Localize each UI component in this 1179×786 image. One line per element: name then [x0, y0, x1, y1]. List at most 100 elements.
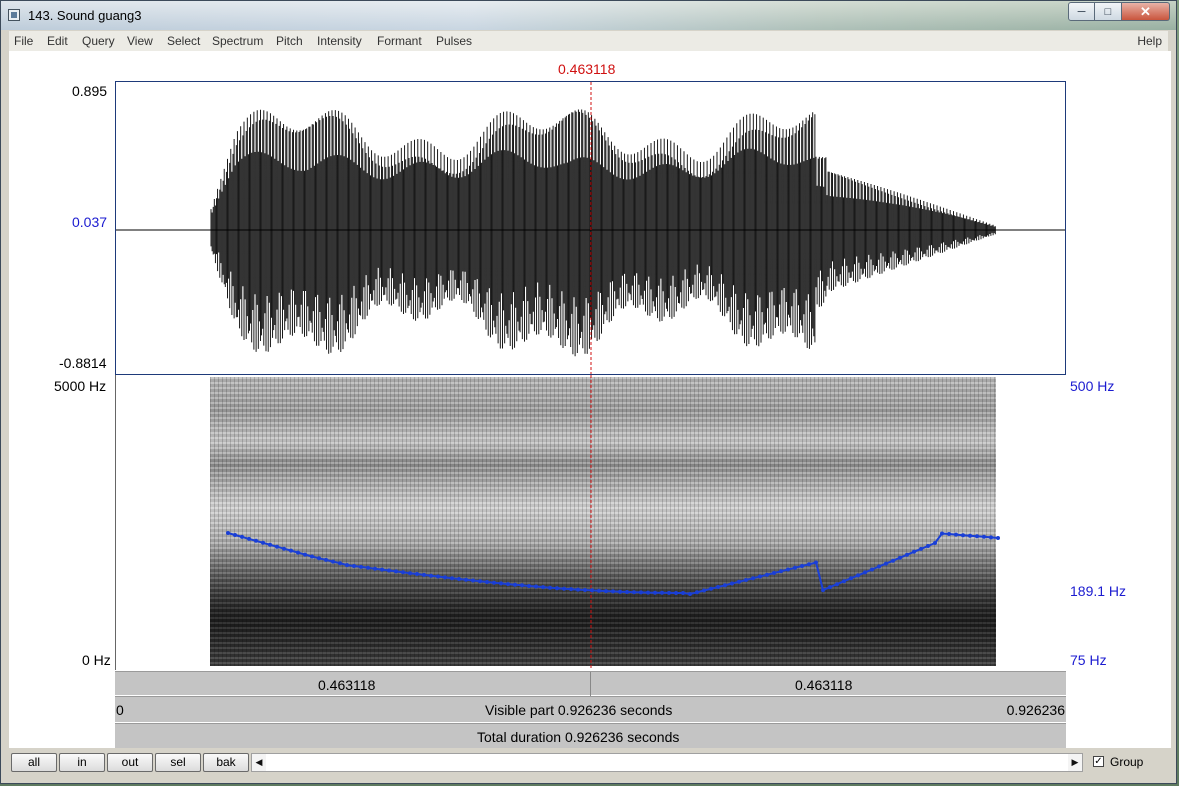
menu-file[interactable]: File	[14, 34, 33, 48]
total-duration-bar[interactable]: Total duration 0.926236 seconds	[115, 723, 1066, 748]
pitch-point	[282, 546, 286, 551]
pitch-point	[317, 556, 321, 561]
pitch-point	[940, 531, 944, 536]
selection-time-bar[interactable]: 0.463118 0.463118	[115, 671, 1066, 696]
waveform-cursor-value: 0.037	[72, 214, 108, 230]
pitch-point	[261, 540, 265, 545]
pitch-point	[380, 567, 384, 572]
menu-help[interactable]: Help	[1137, 34, 1162, 48]
pitch-current-label: 189.1 Hz	[1070, 583, 1127, 599]
title-bar[interactable]: 143. Sound guang3 ─ □ ✕	[1, 1, 1176, 30]
pitch-point	[548, 585, 552, 590]
pitch-point	[443, 575, 447, 580]
pitch-point	[765, 572, 769, 577]
maximize-button[interactable]: □	[1095, 2, 1122, 21]
pitch-point	[737, 579, 741, 584]
pitch-point	[597, 588, 601, 593]
pitch-bottom-label: 75 Hz	[1070, 652, 1107, 668]
pitch-point	[506, 582, 510, 587]
spectrogram-top-label: 5000 Hz	[54, 378, 107, 394]
window-icon	[8, 9, 20, 21]
pitch-point	[898, 555, 902, 560]
pitch-point	[716, 585, 720, 589]
pitch-point	[268, 542, 272, 547]
zoom-out-button[interactable]: out	[107, 753, 153, 772]
pitch-point	[618, 589, 622, 594]
pitch-point	[555, 586, 559, 591]
menu-edit[interactable]: Edit	[47, 34, 68, 48]
menu-query[interactable]: Query	[82, 34, 115, 48]
zoom-all-button[interactable]: all	[11, 753, 57, 772]
horizontal-scrollbar[interactable]: ◀ ▶	[251, 753, 1083, 772]
pitch-point	[926, 544, 930, 548]
pitch-point	[982, 534, 986, 539]
time-bar-divider	[590, 672, 591, 696]
pitch-point	[674, 591, 678, 595]
scroll-right-icon[interactable]: ▶	[1068, 754, 1082, 771]
pitch-point	[478, 579, 482, 584]
pitch-contour	[227, 532, 999, 596]
group-label: Group	[1110, 755, 1144, 769]
pitch-point	[639, 590, 643, 595]
pitch-point	[534, 584, 538, 589]
pitch-point	[912, 549, 916, 554]
pitch-point	[996, 536, 1000, 540]
pitch-point	[660, 590, 664, 595]
pitch-point	[303, 552, 307, 557]
pitch-point	[485, 580, 489, 584]
zoom-back-button[interactable]: bak	[203, 753, 249, 772]
time-left-label: 0.463118	[318, 677, 376, 693]
pitch-point	[961, 533, 965, 538]
pitch-point	[310, 554, 314, 559]
pitch-point	[562, 586, 566, 591]
pitch-point	[625, 590, 629, 594]
pitch-point	[947, 532, 951, 536]
close-button[interactable]: ✕	[1122, 2, 1170, 21]
waveform-panel[interactable]	[115, 81, 1066, 375]
pitch-point	[513, 582, 517, 587]
scroll-left-icon[interactable]: ◀	[252, 754, 266, 771]
pitch-point	[296, 550, 300, 555]
pitch-point	[408, 571, 412, 576]
pitch-point	[884, 561, 888, 566]
pitch-point	[653, 590, 657, 595]
bottom-toolbar: all in out sel bak ◀ ▶ ✓ Group	[9, 749, 1168, 777]
pitch-point	[471, 578, 475, 583]
menu-select[interactable]: Select	[167, 34, 200, 48]
pitch-point	[681, 591, 685, 595]
menu-view[interactable]: View	[127, 34, 153, 48]
zoom-sel-button[interactable]: sel	[155, 753, 201, 772]
pitch-point	[793, 565, 797, 570]
pitch-point	[821, 588, 825, 593]
pitch-point	[975, 534, 979, 539]
group-checkbox[interactable]: ✓	[1093, 756, 1104, 767]
menu-intensity[interactable]: Intensity	[317, 34, 362, 48]
waveform-max-label: 0.895	[72, 83, 108, 99]
pitch-point	[233, 533, 237, 537]
total-duration-label: Total duration 0.926236 seconds	[477, 729, 680, 745]
pitch-point	[968, 533, 972, 538]
pitch-point	[429, 573, 433, 578]
menu-bar: File Edit Query View Select Spectrum Pit…	[9, 31, 1168, 51]
pitch-point	[422, 572, 426, 577]
minimize-button[interactable]: ─	[1068, 2, 1095, 21]
pitch-point	[576, 587, 580, 592]
pitch-point	[569, 587, 573, 592]
pitch-point	[366, 565, 370, 570]
menu-pitch[interactable]: Pitch	[276, 34, 303, 48]
menu-formant[interactable]: Formant	[377, 34, 422, 48]
pitch-point	[744, 578, 748, 582]
pitch-point	[695, 590, 699, 595]
menu-spectrum[interactable]: Spectrum	[212, 34, 263, 48]
visible-part-bar[interactable]: 0 Visible part 0.926236 seconds 0.926236	[115, 696, 1066, 722]
pitch-point	[856, 573, 860, 578]
pitch-point	[849, 576, 853, 581]
pitch-point	[464, 577, 468, 582]
pitch-point	[338, 561, 342, 566]
spectrogram-panel[interactable]	[115, 375, 1066, 670]
pitch-point	[324, 557, 328, 562]
menu-pulses[interactable]: Pulses	[436, 34, 472, 48]
zoom-in-button[interactable]: in	[59, 753, 105, 772]
pitch-point	[527, 584, 531, 588]
time-right-label: 0.463118	[795, 677, 853, 693]
